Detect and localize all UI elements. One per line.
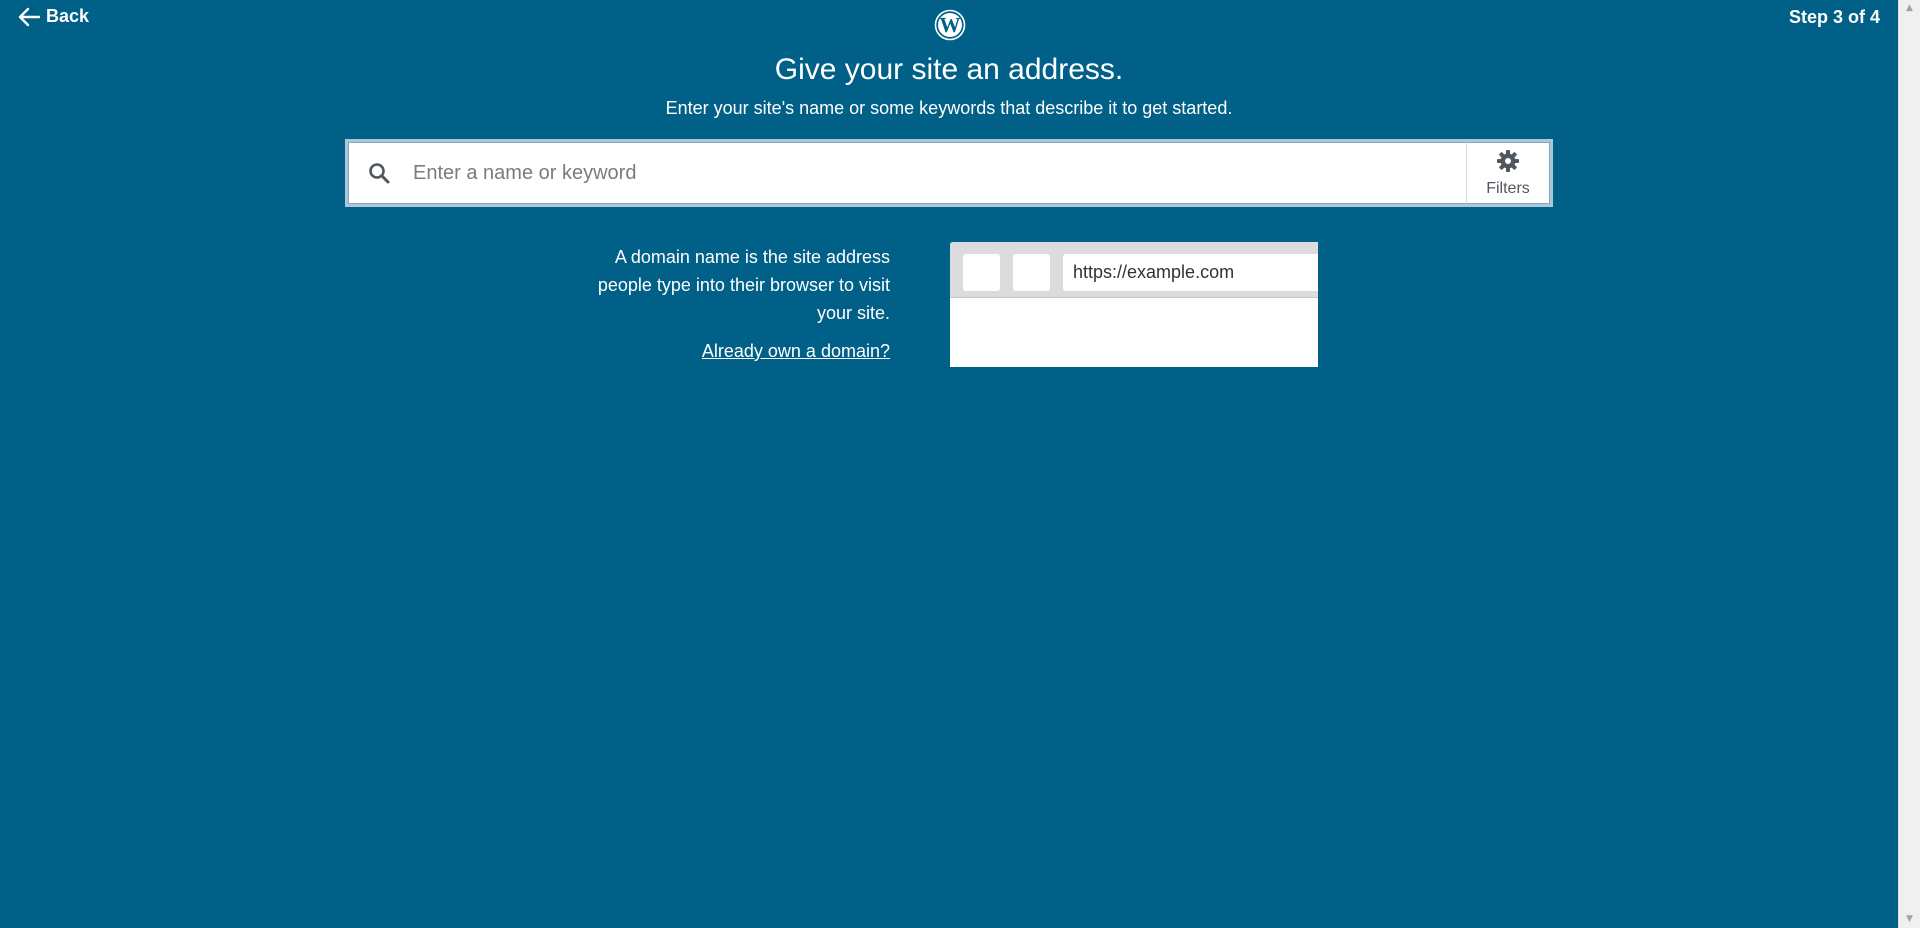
back-label: Back xyxy=(46,6,90,26)
domain-description: A domain name is the site address people… xyxy=(597,247,890,323)
page: Back W Step 3 of 4 Give your site an add… xyxy=(0,0,1920,928)
browser-toolbar: https://example.com xyxy=(950,242,1318,298)
wordpress-logo-icon: W xyxy=(934,9,966,41)
arrow-left-icon xyxy=(18,7,40,27)
filters-button[interactable]: Filters xyxy=(1466,142,1550,204)
vertical-scrollbar[interactable]: ▲ ▼ xyxy=(1898,0,1920,928)
browser-url-bar: https://example.com xyxy=(1063,254,1318,291)
search-icon xyxy=(349,161,409,185)
step-indicator: Step 3 of 4 xyxy=(1788,7,1880,27)
page-subtitle: Enter your site's name or some keywords … xyxy=(665,98,1233,118)
browser-button xyxy=(963,254,1000,291)
domain-search-box: Filters xyxy=(345,139,1553,207)
domain-search-input[interactable] xyxy=(409,143,1466,203)
svg-text:W: W xyxy=(940,13,961,37)
browser-illustration: https://example.com xyxy=(950,242,1318,367)
already-own-domain-link[interactable]: Already own a domain? xyxy=(702,337,890,365)
scroll-down-icon[interactable]: ▼ xyxy=(1899,911,1920,928)
domain-explanation: A domain name is the site address people… xyxy=(560,243,890,365)
scroll-up-icon[interactable]: ▲ xyxy=(1899,0,1920,17)
back-button[interactable]: Back xyxy=(18,6,89,27)
filters-label: Filters xyxy=(1486,179,1530,197)
page-title: Give your site an address. xyxy=(774,53,1124,86)
browser-button xyxy=(1013,254,1050,291)
gear-icon xyxy=(1496,149,1520,178)
search-field-container xyxy=(348,142,1466,204)
